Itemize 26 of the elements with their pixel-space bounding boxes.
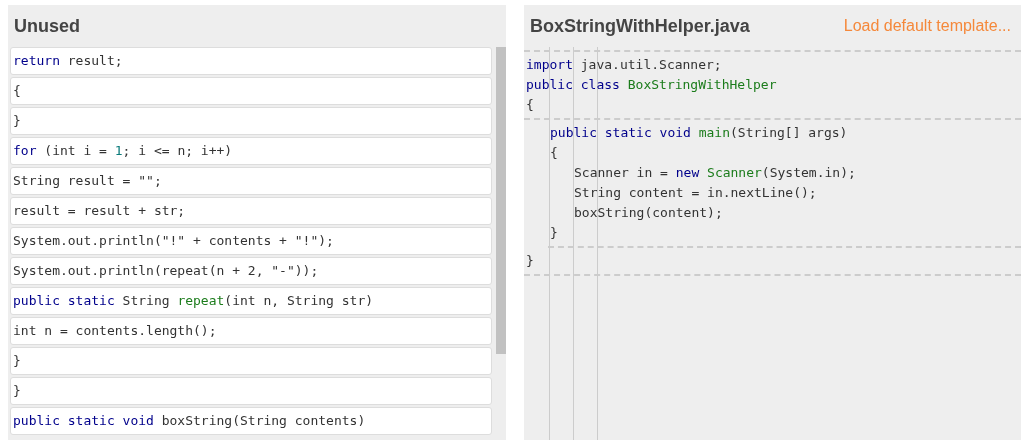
code-line: public static void main(String[] args): [549, 124, 849, 142]
code-tile[interactable]: {: [10, 77, 492, 105]
code-tile[interactable]: public static String repeat(int n, String str): [10, 287, 492, 315]
code-tile[interactable]: System.out.println(repeat(n + 2, "-"));: [10, 257, 492, 285]
code-tile[interactable]: }: [10, 107, 492, 135]
code-line: public class BoxStringWithHelper: [525, 76, 778, 94]
code-tile[interactable]: result = result + str;: [10, 197, 492, 225]
code-tile[interactable]: int n = contents.length();: [10, 317, 492, 345]
code-line: {: [525, 96, 535, 114]
code-line: }: [525, 252, 535, 270]
code-line: import java.util.Scanner;: [525, 56, 723, 74]
file-title: BoxStringWithHelper.java: [530, 14, 750, 38]
code-tile[interactable]: System.out.println("!" + contents + "!");: [10, 227, 492, 255]
code-tile[interactable]: }: [10, 347, 492, 375]
code-line: {: [549, 144, 559, 162]
code-tile[interactable]: }: [10, 377, 492, 405]
code-line: boxString(content);: [573, 204, 724, 222]
code-line: Scanner in = new Scanner(System.in);: [573, 164, 857, 182]
code-tile[interactable]: for (int i = 1; i <= n; i++): [10, 137, 492, 165]
code-tile[interactable]: public static void boxString(String contents): [10, 407, 492, 435]
code-tile[interactable]: String result = "";: [10, 167, 492, 195]
code-line: }: [549, 224, 559, 242]
scrollbar-thumb[interactable]: [496, 47, 506, 354]
panel-title: Unused: [13, 14, 81, 38]
code-tile[interactable]: return result;: [10, 47, 492, 75]
code-line: String content = in.nextLine();: [573, 184, 818, 202]
